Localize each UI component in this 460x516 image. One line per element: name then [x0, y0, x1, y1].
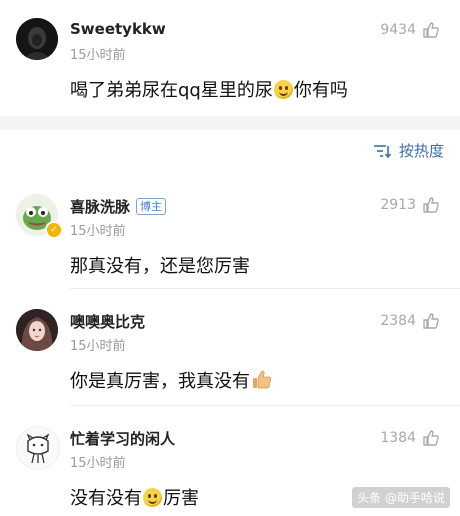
- username-text: 喜脉洗脉: [70, 198, 131, 216]
- timestamp: 15小时前: [70, 456, 126, 471]
- like-count: 1384: [380, 430, 416, 446]
- sort-button[interactable]: 按热度: [373, 140, 444, 161]
- sort-lines-icon: [373, 144, 392, 158]
- divider: [70, 405, 460, 406]
- like-button[interactable]: 9434: [380, 21, 440, 39]
- avatar[interactable]: [16, 309, 58, 351]
- comment-text-part: 你有吗: [293, 80, 348, 101]
- section-divider: [0, 116, 460, 130]
- thumbs-up-icon: [423, 313, 439, 329]
- thumbs-up-icon: [423, 22, 439, 38]
- timestamp: 15小时前: [70, 48, 126, 63]
- author-badge: 博主: [136, 198, 167, 215]
- like-button[interactable]: 2384: [380, 312, 440, 330]
- timestamp: 15小时前: [70, 339, 126, 354]
- thumbs-up-emoji-icon: [253, 370, 271, 389]
- thumbs-up-icon: [423, 430, 439, 446]
- watermark: 头条 @助手哈说: [352, 487, 450, 508]
- thumbs-up-icon: [423, 197, 439, 213]
- username[interactable]: Sweetykkw: [70, 20, 166, 38]
- sort-label: 按热度: [398, 142, 444, 160]
- comment-item: ✓ 喜脉洗脉 博主 15小时前 2913 那真没有，还是您厉害: [0, 178, 460, 288]
- like-count: 2913: [380, 197, 416, 213]
- timestamp: 15小时前: [70, 224, 126, 239]
- comment-text: 没有没有 厉害: [70, 484, 199, 510]
- comment-text-part: 厉害: [163, 488, 199, 509]
- comment-text: 喝了弟弟尿在qq星里的尿 你有吗: [70, 76, 348, 102]
- username[interactable]: 喜脉洗脉 博主: [70, 196, 167, 217]
- like-count: 2384: [380, 313, 416, 329]
- smile-emoji-icon: [143, 488, 162, 507]
- comment-text-part: 你是真厉害，我真没有: [70, 371, 250, 392]
- comment-text-part: 没有没有: [70, 488, 142, 509]
- like-button[interactable]: 2913: [380, 196, 440, 214]
- comment-text: 那真没有，还是您厉害: [70, 256, 250, 277]
- avatar[interactable]: [16, 426, 60, 470]
- comment-item: 噢噢奥比克 15小时前 2384 你是真厉害，我真没有: [0, 295, 460, 405]
- divider: [70, 288, 460, 289]
- dark-hooded-figure-icon: [16, 18, 58, 60]
- comment-text-part: 喝了弟弟尿在qq星里的尿: [70, 80, 273, 101]
- verified-badge-icon: ✓: [45, 221, 63, 239]
- girl-portrait-icon: [16, 309, 58, 351]
- username[interactable]: 噢噢奥比克: [70, 311, 145, 332]
- comment-text: 你是真厉害，我真没有: [70, 367, 273, 393]
- like-button[interactable]: 1384: [380, 429, 440, 447]
- smile-emoji-icon: [273, 80, 293, 99]
- like-count: 9434: [380, 22, 416, 38]
- comment-item: Sweetykkw 15小时前 9434 喝了弟弟尿在qq星里的尿 你有吗: [0, 0, 460, 118]
- avatar[interactable]: [16, 18, 58, 60]
- cartoon-doodle-icon: [17, 427, 59, 469]
- username[interactable]: 忙着学习的闲人: [70, 428, 175, 449]
